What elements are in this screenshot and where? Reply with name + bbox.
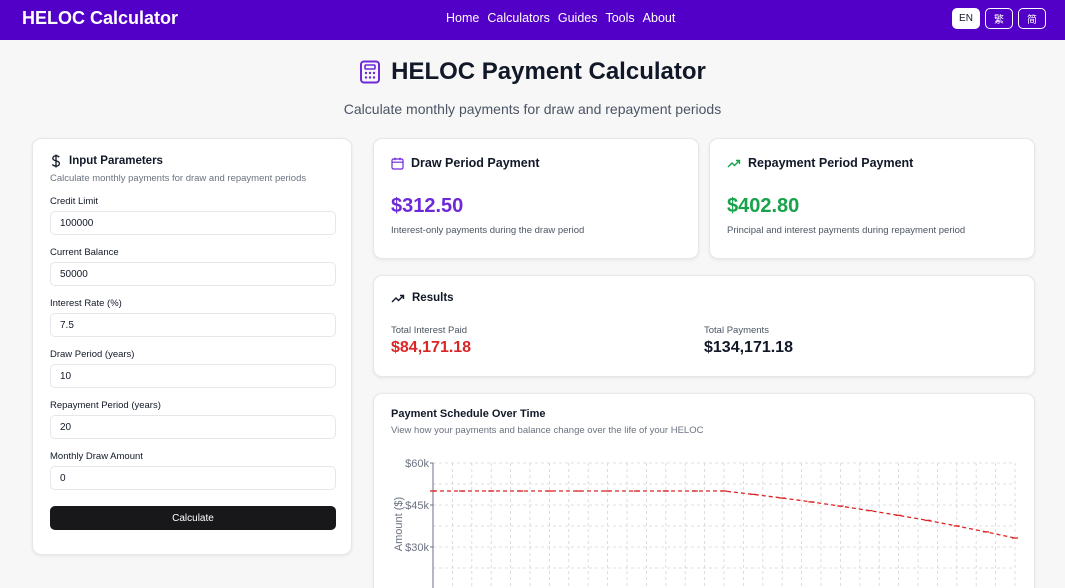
nav-link-tools[interactable]: Tools (605, 11, 634, 25)
page-title: HELOC Payment Calculator (359, 58, 706, 86)
repayment-period-description: Principal and interest payments during r… (727, 225, 966, 236)
repayment-period-input[interactable] (50, 415, 336, 439)
nav-links: Home Calculators Guides Tools About (446, 11, 675, 25)
repayment-period-field: Repayment Period (years) (50, 400, 336, 439)
total-interest-value: $84,171.18 (391, 339, 472, 356)
top-navbar: HELOC Calculator Home Calculators Guides… (0, 0, 1065, 40)
credit-limit-field: Credit Limit (50, 196, 336, 235)
nav-link-home[interactable]: Home (446, 11, 479, 25)
total-payments-label: Total Payments (704, 325, 769, 336)
draw-period-title: Draw Period Payment (411, 156, 540, 170)
interest-rate-label: Interest Rate (%) (50, 298, 122, 309)
calculator-icon (360, 60, 381, 84)
total-interest-block: Total Interest Paid $84,171.18 (391, 325, 704, 357)
payment-schedule-card: Payment Schedule Over Time View how your… (373, 393, 1035, 588)
draw-period-card: Draw Period Payment $312.50 Interest-onl… (373, 138, 699, 259)
results-card: Results Total Interest Paid $84,171.18 T… (373, 275, 1035, 377)
input-parameters-header: Input Parameters (50, 154, 334, 168)
monthly-draw-field: Monthly Draw Amount (50, 451, 336, 490)
payment-schedule-chart: $60k $45k $30kAmount ($) (393, 458, 1018, 588)
nav-link-guides[interactable]: Guides (558, 11, 598, 25)
current-balance-field: Current Balance (50, 247, 336, 286)
repayment-period-card: Repayment Period Payment $402.80 Princip… (709, 138, 1035, 259)
dollar-icon (51, 154, 61, 168)
lang-en-button[interactable]: EN (952, 8, 980, 29)
results-title: Results (412, 292, 454, 304)
current-balance-input[interactable] (50, 262, 336, 286)
y-tick-label: $30k (405, 542, 429, 554)
total-interest-label: Total Interest Paid (391, 325, 468, 336)
draw-period-description: Interest-only payments during the draw p… (391, 225, 585, 236)
repayment-period-amount: $402.80 (727, 195, 800, 217)
draw-period-field: Draw Period (years) (50, 349, 336, 388)
lang-simplified-chinese-button[interactable]: 简 (1018, 8, 1046, 29)
draw-period-amount: $312.50 (391, 195, 464, 217)
page-header: HELOC Payment Calculator Calculate month… (0, 58, 1065, 117)
total-payments-block: Total Payments $134,171.18 (704, 325, 1017, 357)
nav-link-calculators[interactable]: Calculators (487, 11, 550, 25)
input-parameters-description: Calculate monthly payments for draw and … (50, 173, 307, 184)
calendar-icon (391, 157, 404, 170)
credit-limit-label: Credit Limit (50, 196, 99, 207)
page-subtitle: Calculate monthly payments for draw and … (343, 101, 722, 117)
current-balance-label: Current Balance (50, 247, 119, 258)
lang-traditional-chinese-button[interactable]: 繁 (985, 8, 1013, 29)
results-header: Results (391, 292, 1017, 304)
page-title-text: HELOC Payment Calculator (391, 58, 706, 85)
interest-rate-input[interactable] (50, 313, 336, 337)
language-switcher: EN 繁 简 (952, 8, 1046, 29)
repayment-period-header: Repayment Period Payment (727, 156, 1017, 170)
y-tick-label: $45k (405, 500, 429, 512)
monthly-draw-label: Monthly Draw Amount (50, 451, 143, 462)
input-parameters-card: Input Parameters Calculate monthly payme… (32, 138, 352, 555)
draw-period-label: Draw Period (years) (50, 349, 135, 360)
results-grid: Total Interest Paid $84,171.18 Total Pay… (391, 325, 1017, 357)
monthly-draw-input[interactable] (50, 466, 336, 490)
trending-up-icon (727, 159, 741, 168)
brand-logo[interactable]: HELOC Calculator (22, 8, 178, 29)
draw-period-header: Draw Period Payment (391, 156, 681, 170)
trending-up-icon (391, 294, 405, 303)
credit-limit-input[interactable] (50, 211, 336, 235)
total-payments-value: $134,171.18 (704, 339, 793, 356)
repayment-period-label: Repayment Period (years) (50, 400, 161, 411)
y-tick-label: $60k (405, 458, 429, 470)
y-axis-label: Amount ($) (393, 497, 405, 551)
interest-rate-field: Interest Rate (%) (50, 298, 336, 337)
draw-period-input[interactable] (50, 364, 336, 388)
repayment-period-title: Repayment Period Payment (748, 156, 914, 170)
calculate-button[interactable]: Calculate (50, 506, 336, 530)
nav-link-about[interactable]: About (643, 11, 676, 25)
input-parameters-title: Input Parameters (69, 155, 163, 167)
